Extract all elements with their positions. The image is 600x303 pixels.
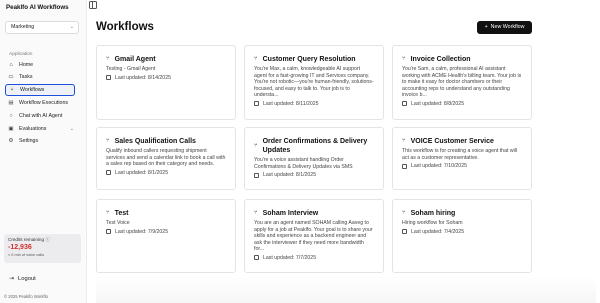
sidebar-item-workflows[interactable]: ⑂ Workflows xyxy=(5,84,75,96)
sidebar-item-label: Settings xyxy=(19,138,39,144)
workflow-card-title: Sales Qualification Calls xyxy=(114,138,196,145)
sidebar-item-chat[interactable]: ○ Chat with AI Agent xyxy=(5,111,77,122)
calendar-icon xyxy=(254,172,259,178)
workflow-card-description: You're Sam, a calm, professional AI assi… xyxy=(402,66,522,98)
page-title: Workflows xyxy=(96,21,154,33)
credits-subtext: ≈ 0 min of voice calls xyxy=(8,252,45,257)
plus-icon: + xyxy=(484,24,488,30)
workflow-card-updated: Last updated: 8/1/2025 xyxy=(115,169,169,176)
workflow-card-description: Test Voice xyxy=(106,220,130,226)
workflow-card-updated: Last updated: 7/7/2025 xyxy=(263,254,317,261)
calendar-icon xyxy=(106,75,111,80)
sidebar-item-home[interactable]: ⌂ Home xyxy=(5,60,77,71)
sidebar-item-evaluations[interactable]: ▣ Evaluations ⌄ xyxy=(5,124,77,135)
workflow-card-updated: Last updated: 8/1/2025 xyxy=(263,172,317,178)
app-brand: Peaklfo AI Workflows xyxy=(6,4,69,11)
sidebar-toggle-icon[interactable] xyxy=(89,1,97,9)
calendar-icon xyxy=(254,255,259,260)
workflow-card[interactable]: ⑂ Soham Interview You are an agent named … xyxy=(244,199,384,273)
workflow-card-updated: Last updated: 8/11/2025 xyxy=(263,100,319,107)
sidebar-item-workflow-executions[interactable]: ▤ Workflow Executions xyxy=(5,98,77,109)
new-workflow-label: New Workflow xyxy=(490,24,525,30)
workflow-card-title: VOICE Customer Service xyxy=(410,138,494,145)
workflow-card[interactable]: ⑂ Soham hiring Hiring workflow for Soham … xyxy=(392,199,532,273)
workflow-icon: ⑂ xyxy=(402,56,406,62)
sidebar-item-tasks[interactable]: ▭ Tasks xyxy=(5,72,77,83)
workflow-card-description: You are an agent named SOHAM calling Aav… xyxy=(254,220,373,252)
workflow-icon: ⑂ xyxy=(402,138,406,144)
credits-panel: Credits remaining ⓘ -12,936 ≈ 0 min of v… xyxy=(4,234,81,263)
chevron-down-icon: ⌄ xyxy=(69,126,74,132)
workspace-select[interactable]: Marketing ⌄ xyxy=(5,21,79,34)
executions-icon: ▤ xyxy=(8,100,14,106)
workflow-icon: ⑂ xyxy=(254,56,258,62)
workflow-card-description: Hiring workflow for Soham xyxy=(402,220,463,226)
workflow-card-description: You're Max, a calm, knowledgeable AI sup… xyxy=(254,66,374,98)
gear-icon: ⚙ xyxy=(8,138,14,144)
footer-copyright: © 2025 Peaklfo Workflo xyxy=(4,294,48,299)
evaluations-icon: ▣ xyxy=(8,126,14,132)
workflow-icon: ⑂ xyxy=(10,86,14,93)
workflow-card[interactable]: ⑂ Customer Query Resolution You're Max, a… xyxy=(244,45,384,120)
sidebar-item-label: Tasks xyxy=(19,74,33,80)
workflow-card[interactable]: ⑂ VOICE Customer Service This workflow is… xyxy=(392,127,532,190)
credits-label-row: Credits remaining ⓘ xyxy=(8,237,77,243)
workflow-card-updated: Last updated: 8/14/2025 xyxy=(115,74,171,81)
workflow-icon: ⑂ xyxy=(106,56,110,62)
calendar-icon xyxy=(402,229,407,234)
credits-label: Credits remaining xyxy=(8,237,44,242)
sidebar-item-label: Chat with AI Agent xyxy=(19,113,63,119)
workflow-card-title: Test xyxy=(114,210,129,217)
sidebar-item-label: Evaluations xyxy=(19,126,47,132)
sidebar-item-settings[interactable]: ⚙ Settings xyxy=(5,136,77,147)
workflow-icon: ⑂ xyxy=(254,142,258,149)
workflow-card[interactable]: ⑂ Gmail Agent Testing - Gmail Agent Last … xyxy=(96,45,236,120)
workflow-card-updated: Last updated: 7/10/2025 xyxy=(411,163,467,169)
workspace-value: Marketing xyxy=(11,24,35,30)
credits-value: -12,936 xyxy=(8,244,32,251)
workflow-icon: ⑂ xyxy=(106,138,110,144)
workflow-card-description: Qualify inbound callers requesting shipm… xyxy=(106,148,226,167)
new-workflow-button[interactable]: + New Workflow xyxy=(477,21,532,34)
workflow-icon: ⑂ xyxy=(402,210,406,216)
workflow-card[interactable]: ⑂ Test Test Voice Last updated: 7/9/2025 xyxy=(96,199,236,273)
workflow-card-title: Soham Interview xyxy=(262,210,319,217)
sidebar-item-label: Workflow Executions xyxy=(19,100,69,106)
calendar-icon xyxy=(106,229,111,234)
chevron-down-icon: ⌄ xyxy=(69,24,74,30)
scroll-fade xyxy=(96,276,596,303)
workflow-icon: ⑂ xyxy=(254,210,258,216)
calendar-icon xyxy=(402,101,407,106)
logout-icon: ⇥ xyxy=(9,276,15,282)
sidebar-item-label: Home xyxy=(19,62,34,68)
inbox-icon: ▭ xyxy=(8,74,14,80)
workflow-card-description: You're a voice assistant handling Order … xyxy=(254,157,353,170)
workflow-card[interactable]: ⑂ Sales Qualification Calls Qualify inbou… xyxy=(96,127,236,190)
workflow-card-updated: Last updated: 7/9/2025 xyxy=(115,228,169,235)
calendar-icon xyxy=(254,101,259,106)
workflow-card-title: Gmail Agent xyxy=(114,56,156,63)
workflow-card[interactable]: ⑂ Invoice Collection You're Sam, a calm, … xyxy=(392,45,532,120)
workflow-card[interactable]: ⑂ Order Confirmations & Delivery Updates … xyxy=(244,127,384,190)
logout-button[interactable]: ⇥ Logout xyxy=(9,275,36,283)
workflow-card-title: Order Confirmations & Delivery Updates xyxy=(262,138,368,154)
logout-label: Logout xyxy=(18,275,36,282)
sidebar: Peaklfo AI Workflows Marketing ⌄ Applica… xyxy=(0,0,87,303)
workflow-card-updated: Last updated: 8/8/2025 xyxy=(411,100,465,107)
workflow-card-updated: Last updated: 7/4/2025 xyxy=(411,228,465,235)
info-icon[interactable]: ⓘ xyxy=(45,237,50,242)
home-icon: ⌂ xyxy=(9,62,13,68)
chat-icon: ○ xyxy=(9,113,13,119)
workflow-card-description: This workflow is for creating a voice ag… xyxy=(402,148,518,161)
workflow-card-description: Testing - Gmail Agent xyxy=(106,66,156,72)
workflow-card-title: Customer Query Resolution xyxy=(262,56,356,63)
sidebar-item-label: Workflows xyxy=(20,86,45,93)
workflow-icon: ⑂ xyxy=(106,210,110,216)
workflow-card-title: Soham hiring xyxy=(410,210,456,217)
workflow-card-title: Invoice Collection xyxy=(410,56,471,63)
calendar-icon xyxy=(106,170,111,175)
calendar-icon xyxy=(402,163,407,169)
section-label: Application xyxy=(9,52,33,57)
